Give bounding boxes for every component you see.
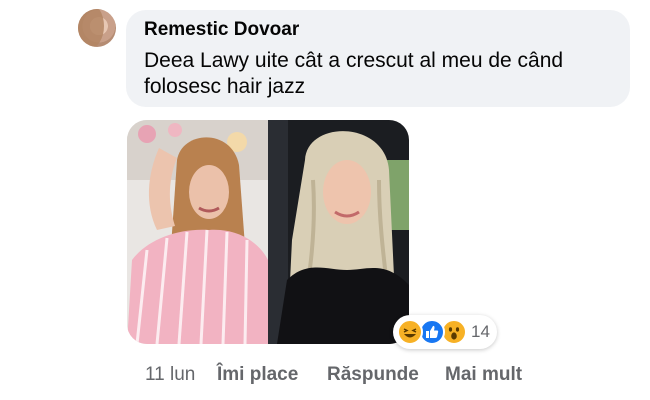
comment-photo[interactable] xyxy=(127,120,409,344)
comment-text: Deea Lawy uite cât a crescut al meu de c… xyxy=(144,49,564,98)
comment-author[interactable]: Remestic Dovoar xyxy=(144,19,299,41)
author-avatar[interactable] xyxy=(78,9,116,47)
like-button[interactable]: Îmi place xyxy=(217,364,298,386)
reactions-summary[interactable]: 14 xyxy=(393,315,497,349)
comment-timestamp[interactable]: 11 lun xyxy=(145,364,195,386)
more-button[interactable]: Mai mult xyxy=(445,364,522,386)
haha-icon xyxy=(397,319,423,345)
reply-button[interactable]: Răspunde xyxy=(327,364,419,386)
reaction-count: 14 xyxy=(471,322,490,341)
